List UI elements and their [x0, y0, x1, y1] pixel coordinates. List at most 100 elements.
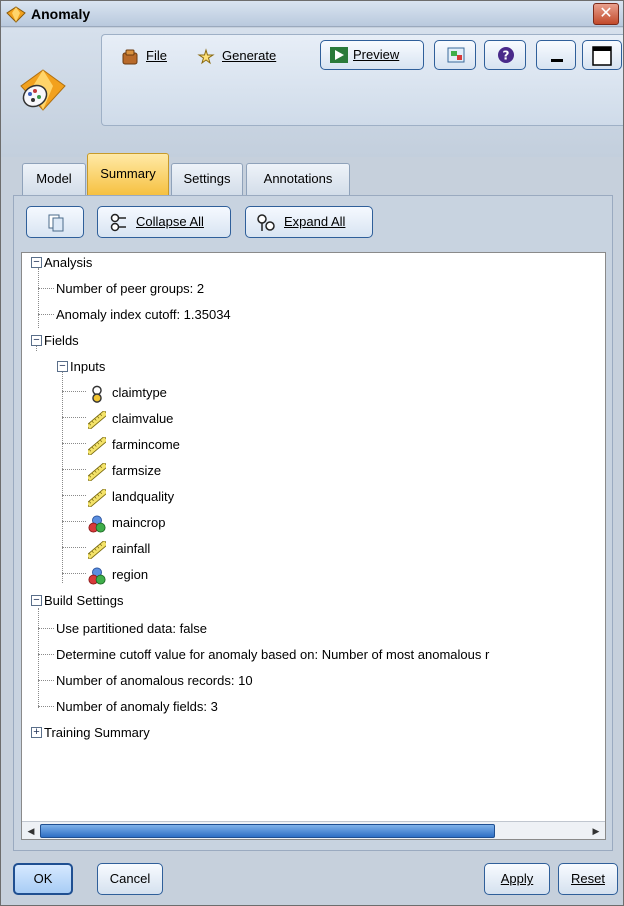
file-menu[interactable]: File	[120, 44, 167, 68]
tree-connector	[62, 495, 86, 496]
apply-button[interactable]: Apply	[484, 863, 550, 895]
tree-leaf[interactable]: Number of anomalous records: 10	[56, 671, 253, 691]
ok-button[interactable]: OK	[13, 863, 73, 895]
model-nugget-icon	[6, 6, 26, 23]
field-item-landquality[interactable]: landquality	[88, 487, 174, 507]
cancel-label: Cancel	[109, 871, 151, 886]
tree-connector	[62, 469, 86, 470]
summary-panel: Collapse All Expand All − Analysis Numbe…	[13, 195, 613, 851]
field-item-claimvalue[interactable]: claimvalue	[88, 409, 173, 429]
node-options-icon	[447, 47, 465, 63]
maximize-icon	[592, 46, 612, 66]
generate-menu-label: Generate	[222, 48, 277, 63]
minimize-icon	[551, 59, 563, 62]
tree-connector	[62, 417, 86, 418]
tree-leaf[interactable]: Determine cutoff value for anomaly based…	[56, 645, 489, 665]
tab-annotations[interactable]: Annotations	[246, 163, 350, 195]
continuous-field-icon	[88, 541, 106, 559]
field-item-farmsize[interactable]: farmsize	[88, 461, 161, 481]
tree-connector	[62, 521, 86, 522]
help-button[interactable]: ?	[484, 40, 526, 70]
file-menu-icon	[122, 49, 138, 65]
expand-all-icon	[257, 214, 275, 231]
close-icon: ✕	[599, 5, 613, 22]
tree-connector	[62, 573, 86, 574]
scroll-right-icon[interactable]: ▶	[589, 824, 603, 838]
field-item-region[interactable]: region	[88, 565, 148, 585]
flag-field-icon	[88, 385, 106, 403]
tree-connector	[62, 547, 86, 548]
maximize-button[interactable]	[582, 40, 622, 70]
tree-leaf[interactable]: Anomaly index cutoff: 1.35034	[56, 305, 231, 325]
svg-text:?: ?	[503, 49, 510, 63]
tree-connector	[38, 608, 39, 708]
tree-connector	[38, 314, 54, 315]
generate-menu[interactable]: Generate	[196, 44, 276, 68]
training-summary-expand-toggle[interactable]: +	[31, 727, 42, 738]
file-menu-label: File	[146, 48, 167, 63]
tree-leaf-label: Use partitioned data: false	[56, 621, 208, 636]
tab-annotations-label: Annotations	[263, 171, 333, 186]
build-settings-collapse-toggle[interactable]: −	[31, 595, 42, 606]
tree-leaf[interactable]: Number of peer groups: 2	[56, 279, 204, 299]
node-options-button[interactable]	[434, 40, 476, 70]
summary-tree: − Analysis Number of peer groups: 2 Anom…	[22, 253, 605, 813]
expand-all-button[interactable]: Expand All	[245, 206, 373, 238]
tree-node-fields[interactable]: Fields	[44, 331, 79, 351]
anomaly-window: Anomaly ✕ File Generate Preview ? Model …	[0, 0, 624, 906]
tree-node-training-summary[interactable]: Training Summary	[44, 723, 150, 743]
summary-tree-pane[interactable]: − Analysis Number of peer groups: 2 Anom…	[21, 252, 606, 840]
tree-connector	[38, 628, 54, 629]
tree-leaf[interactable]: Number of anomaly fields: 3	[56, 697, 218, 717]
tree-node-inputs[interactable]: Inputs	[70, 357, 105, 377]
tree-node-analysis[interactable]: Analysis	[44, 253, 92, 273]
scroll-left-icon[interactable]: ◀	[24, 824, 38, 838]
ok-label: OK	[33, 871, 53, 886]
scrollbar-thumb[interactable]	[40, 824, 495, 838]
node-toolbar: File Generate Preview ?	[101, 34, 623, 126]
field-item-maincrop[interactable]: maincrop	[88, 513, 165, 533]
window-title: Anomaly	[31, 6, 91, 22]
tree-leaf[interactable]: Use partitioned data: false	[56, 619, 207, 639]
tab-summary[interactable]: Summary	[87, 153, 169, 195]
tab-model-label: Model	[36, 171, 72, 186]
tree-connector	[38, 268, 39, 328]
copy-button[interactable]	[26, 206, 84, 238]
tree-node-label: Build Settings	[44, 593, 124, 608]
continuous-field-icon	[88, 437, 106, 455]
tree-connector	[38, 288, 54, 289]
preview-label: Preview	[353, 47, 400, 62]
tab-model[interactable]: Model	[22, 163, 86, 195]
inputs-collapse-toggle[interactable]: −	[57, 361, 68, 372]
collapse-all-button[interactable]: Collapse All	[97, 206, 231, 238]
tree-connector	[62, 391, 86, 392]
nominal-field-icon	[88, 567, 106, 585]
field-name: claimvalue	[112, 411, 174, 426]
preview-icon	[330, 47, 348, 63]
field-item-farmincome[interactable]: farmincome	[88, 435, 180, 455]
minimize-button[interactable]	[536, 40, 576, 70]
field-item-rainfall[interactable]: rainfall	[88, 539, 150, 559]
title-bar[interactable]: Anomaly ✕	[1, 1, 623, 27]
close-button[interactable]: ✕	[593, 3, 619, 25]
cancel-button[interactable]: Cancel	[97, 863, 163, 895]
apply-label: Apply	[500, 871, 534, 886]
tree-leaf-label: Number of anomalous records: 10	[56, 673, 253, 688]
analysis-collapse-toggle[interactable]: −	[31, 257, 42, 268]
fields-collapse-toggle[interactable]: −	[31, 335, 42, 346]
generate-menu-icon	[197, 47, 215, 64]
tree-leaf-label: Anomaly index cutoff: 1.35034	[56, 307, 231, 322]
field-name: farmsize	[112, 463, 162, 478]
field-name: region	[112, 567, 149, 582]
tab-strip: Model Summary Settings Annotations	[1, 151, 623, 195]
horizontal-scrollbar[interactable]: ◀ ▶	[22, 821, 605, 839]
collapse-all-icon	[110, 213, 126, 232]
tab-settings[interactable]: Settings	[171, 163, 243, 195]
anomaly-node-icon	[20, 69, 66, 111]
tree-node-label: Fields	[44, 333, 79, 348]
field-name: maincrop	[112, 515, 166, 530]
preview-button[interactable]: Preview	[320, 40, 424, 70]
reset-button[interactable]: Reset	[558, 863, 618, 895]
field-item-claimtype[interactable]: claimtype	[88, 383, 167, 403]
tree-node-build-settings[interactable]: Build Settings	[44, 591, 124, 611]
